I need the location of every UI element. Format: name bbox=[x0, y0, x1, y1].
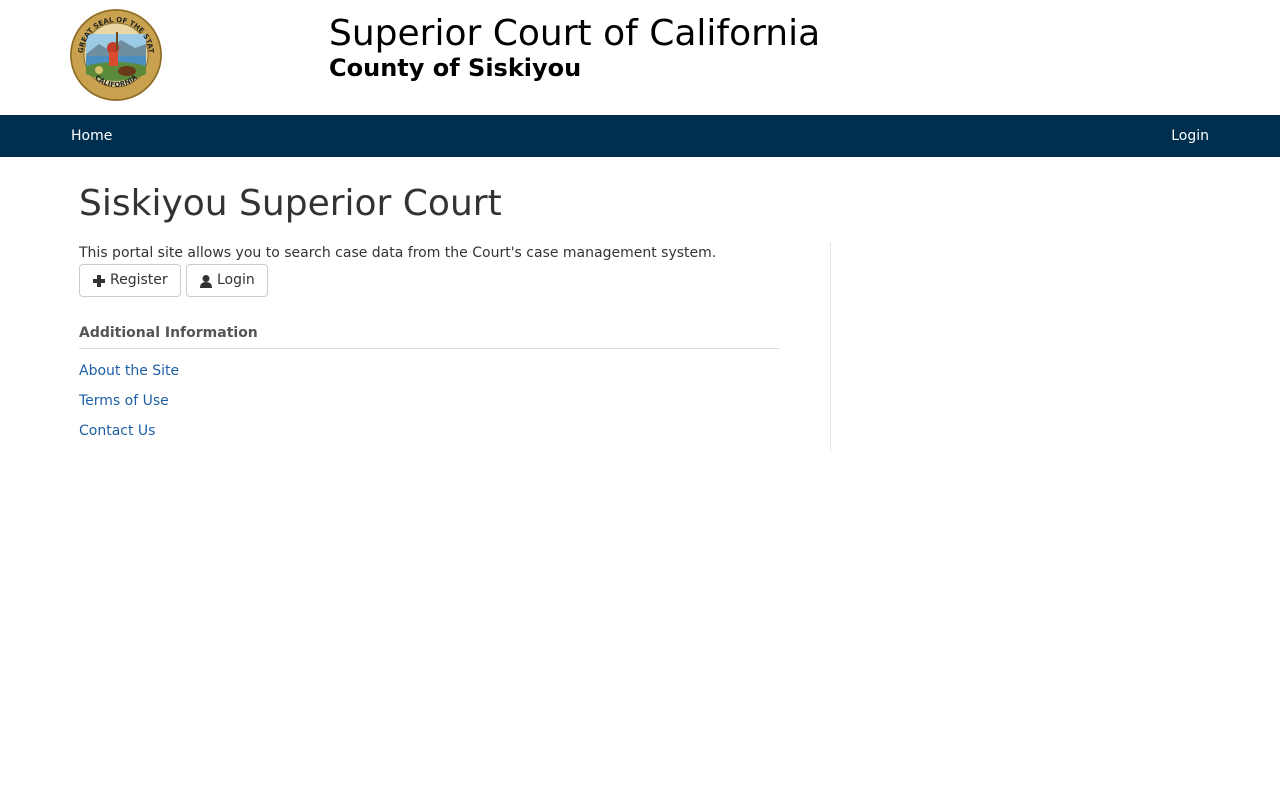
terms-of-use-link[interactable]: Terms of Use bbox=[79, 391, 169, 411]
site-titles: Superior Court of California County of S… bbox=[329, 13, 821, 83]
california-seal-icon: THE GREAT SEAL OF THE STATE OF CALIFORNI… bbox=[69, 8, 162, 101]
contact-us-link[interactable]: Contact Us bbox=[79, 421, 155, 441]
nav-home-link[interactable]: Home bbox=[71, 115, 112, 157]
page-title: Siskiyou Superior Court bbox=[79, 183, 502, 224]
nav-login-link[interactable]: Login bbox=[1171, 115, 1209, 157]
user-icon bbox=[200, 274, 212, 288]
site-subtitle: County of Siskiyou bbox=[329, 54, 582, 82]
plus-icon bbox=[93, 274, 105, 287]
intro-text: This portal site allows you to search ca… bbox=[79, 245, 717, 261]
top-navbar: Home Login bbox=[0, 115, 1280, 157]
login-button-label: Login bbox=[217, 272, 255, 288]
register-button-label: Register bbox=[110, 272, 168, 288]
left-column: This portal site allows you to search ca… bbox=[79, 243, 831, 451]
register-button[interactable]: Register bbox=[79, 264, 181, 297]
site-title: Superior Court of California bbox=[329, 13, 821, 54]
about-site-link[interactable]: About the Site bbox=[79, 361, 179, 381]
login-button[interactable]: Login bbox=[186, 264, 268, 297]
site-header: THE GREAT SEAL OF THE STATE OF CALIFORNI… bbox=[0, 0, 1280, 115]
additional-information-heading: Additional Information bbox=[79, 325, 780, 349]
